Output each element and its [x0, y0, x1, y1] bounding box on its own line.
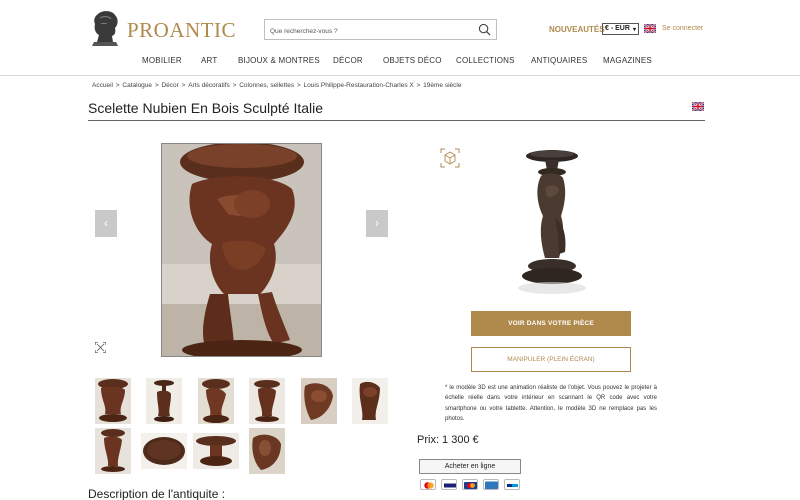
breadcrumb-separator: >: [296, 82, 301, 89]
nav-item-collections[interactable]: COLLECTIONS: [456, 56, 515, 65]
mastercard-icon: [420, 479, 436, 490]
gallery-thumbnail[interactable]: [249, 428, 285, 474]
breadcrumb-item[interactable]: Arts décoratifs: [188, 82, 230, 89]
currency-select[interactable]: € - EUR ▾: [602, 23, 639, 35]
amex-icon: [483, 479, 499, 490]
carved-figure-photo: [162, 144, 321, 356]
description-heading: Description de l'antiquite :: [88, 487, 226, 500]
nouveautes-link[interactable]: NOUVEAUTÉS: [549, 25, 605, 34]
payment-methods: [420, 479, 520, 490]
3d-model-view[interactable]: [515, 148, 590, 298]
breadcrumb-item[interactable]: Accueil: [92, 82, 113, 89]
3d-model-note: * le modèle 3D est une animation réalist…: [445, 385, 657, 423]
nav-item-bijoux[interactable]: BIJOUX & MONTRES: [238, 56, 320, 65]
main-product-photo[interactable]: [161, 143, 322, 357]
gallery-next-button[interactable]: ›: [366, 210, 388, 237]
view-in-room-button[interactable]: VOIR DANS VOTRE PIÈCE: [471, 311, 631, 336]
uk-flag-icon[interactable]: [644, 24, 656, 33]
breadcrumb-separator: >: [181, 82, 186, 89]
gallery-thumbnail[interactable]: [301, 378, 337, 424]
gallery-thumbnail[interactable]: [141, 433, 187, 469]
nav-item-objets-deco[interactable]: OBJETS DÉCO: [383, 56, 442, 65]
mastercard-icon: [462, 479, 478, 490]
bust-logo-icon: [92, 11, 118, 46]
brand-name: PROANTIC: [127, 17, 237, 42]
breadcrumb-separator: >: [416, 82, 421, 89]
breadcrumb-item[interactable]: Décor: [161, 82, 178, 89]
gallery-thumbnail[interactable]: [198, 378, 234, 424]
uk-flag-icon[interactable]: [692, 102, 704, 111]
nav-item-antiquaires[interactable]: ANTIQUAIRES: [531, 56, 587, 65]
visa-icon: [441, 479, 457, 490]
product-price: Prix: 1 300 €: [417, 434, 479, 446]
currency-value: € - EUR: [605, 25, 630, 32]
login-link[interactable]: Se connecter: [662, 25, 703, 32]
gallery-thumbnail[interactable]: [352, 378, 388, 424]
gallery-prev-button[interactable]: ‹: [95, 210, 117, 237]
breadcrumb-item[interactable]: Louis Philippe-Restauration-Charles X: [304, 82, 414, 89]
breadcrumb-item[interactable]: Catalogue: [122, 82, 152, 89]
chevron-down-icon: ▾: [632, 27, 636, 33]
search-box[interactable]: [264, 19, 497, 41]
breadcrumb-separator: >: [232, 82, 237, 89]
chevron-left-icon: ‹: [104, 216, 108, 230]
gallery-thumbnail[interactable]: [193, 433, 239, 469]
breadcrumb-separator: >: [154, 82, 159, 89]
breadcrumb-separator: >: [115, 82, 120, 89]
gallery-thumbnail[interactable]: [95, 378, 131, 424]
search-input[interactable]: [265, 22, 465, 41]
breadcrumb-item[interactable]: Colonnes, sellettes: [239, 82, 294, 89]
nav-item-mobilier[interactable]: MOBILIER: [142, 56, 182, 65]
nav-item-magazines[interactable]: MAGAZINES: [603, 56, 652, 65]
gallery-thumbnail[interactable]: [146, 378, 182, 424]
gallery-thumbnail[interactable]: [95, 428, 131, 474]
nav-item-art[interactable]: ART: [201, 56, 217, 65]
manipulate-fullscreen-button[interactable]: MANIPULER (PLEIN ÉCRAN): [471, 347, 631, 372]
search-icon[interactable]: [478, 23, 491, 36]
ar-cube-icon[interactable]: [440, 148, 460, 168]
fullscreen-icon[interactable]: [95, 342, 106, 353]
nav-item-decor[interactable]: DÉCOR: [333, 56, 363, 65]
paypal-icon: [504, 479, 520, 490]
product-title: Scelette Nubien En Bois Sculpté Italie: [88, 100, 324, 116]
site-header: PROANTIC NOUVEAUTÉS € - EUR ▾ Se connect…: [0, 0, 800, 76]
chevron-right-icon: ›: [375, 216, 379, 230]
gallery-thumbnail[interactable]: [249, 378, 285, 424]
main-nav: MOBILIER ART BIJOUX & MONTRES DÉCOR OBJE…: [0, 56, 800, 68]
breadcrumb-item[interactable]: 19ème siècle: [423, 82, 461, 89]
breadcrumb: Accueil > Catalogue > Décor > Arts décor…: [92, 82, 461, 89]
title-divider: [88, 120, 705, 121]
buy-online-button[interactable]: Acheter en ligne: [419, 459, 521, 474]
logo[interactable]: PROANTIC: [88, 10, 236, 46]
